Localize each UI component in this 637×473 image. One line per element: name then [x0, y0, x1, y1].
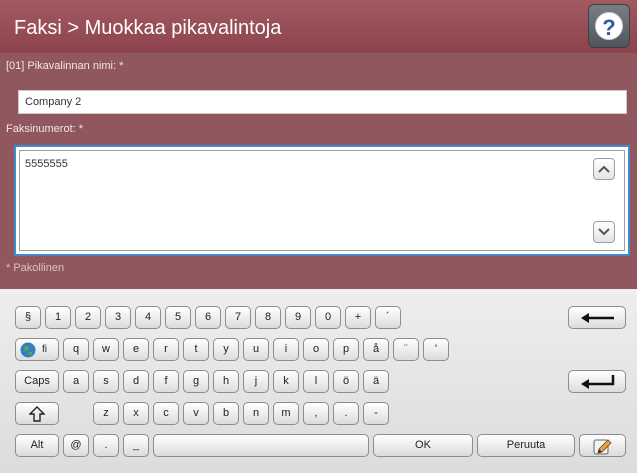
key-r[interactable]: r [153, 338, 179, 361]
key-underscore[interactable]: _ [123, 434, 149, 457]
key-i[interactable]: i [273, 338, 299, 361]
key-2[interactable]: 2 [75, 306, 101, 329]
key-4[interactable]: 4 [135, 306, 161, 329]
key-a-ring[interactable]: å [363, 338, 389, 361]
key-comma[interactable]: , [303, 402, 329, 425]
fax-number-value: 5555555 [25, 158, 68, 170]
key-k[interactable]: k [273, 370, 299, 393]
language-code: fi [42, 344, 47, 355]
cancel-button[interactable]: Peruuta [477, 434, 575, 457]
key-9[interactable]: 9 [285, 306, 311, 329]
language-key[interactable]: fi [15, 338, 59, 361]
key-hyphen[interactable]: - [363, 402, 389, 425]
key-6[interactable]: 6 [195, 306, 221, 329]
screen: Faksi > Muokkaa pikavalintoja ? [01] Pik… [0, 0, 637, 473]
fax-numbers-field[interactable]: 5555555 [19, 150, 625, 251]
key-b[interactable]: b [213, 402, 239, 425]
title-bar: Faksi > Muokkaa pikavalintoja ? [0, 0, 637, 53]
backspace-key[interactable] [568, 306, 626, 329]
key-diaeresis[interactable]: ¨ [393, 338, 419, 361]
required-note: * Pakollinen [6, 262, 65, 274]
key-c[interactable]: c [153, 402, 179, 425]
shift-key[interactable] [15, 402, 59, 425]
key-g[interactable]: g [183, 370, 209, 393]
key-acute[interactable]: ´ [375, 306, 401, 329]
space-key[interactable] [153, 434, 369, 457]
key-period[interactable]: . [333, 402, 359, 425]
key-o[interactable]: o [303, 338, 329, 361]
key-plus[interactable]: + [345, 306, 371, 329]
shift-arrow-icon [29, 406, 45, 422]
key-z[interactable]: z [93, 402, 119, 425]
key-a[interactable]: a [63, 370, 89, 393]
caps-key[interactable]: Caps [15, 370, 59, 393]
key-e[interactable]: e [123, 338, 149, 361]
key-7[interactable]: 7 [225, 306, 251, 329]
key-l[interactable]: l [303, 370, 329, 393]
question-mark-icon: ? [595, 12, 623, 40]
on-screen-keyboard: § 1 2 3 4 5 6 7 8 9 0 + ´ fi q w e r t y… [0, 289, 637, 473]
scroll-down-button[interactable] [593, 221, 615, 243]
globe-icon [20, 342, 36, 358]
key-h[interactable]: h [213, 370, 239, 393]
fax-numbers-label: Faksinumerot: * [6, 123, 84, 135]
key-y[interactable]: y [213, 338, 239, 361]
alt-key[interactable]: Alt [15, 434, 59, 457]
key-w[interactable]: w [93, 338, 119, 361]
form-area: [01] Pikavalinnan nimi: * Company 2 Faks… [0, 53, 637, 289]
key-t[interactable]: t [183, 338, 209, 361]
key-f[interactable]: f [153, 370, 179, 393]
key-n[interactable]: n [243, 402, 269, 425]
key-q[interactable]: q [63, 338, 89, 361]
backspace-arrow-icon [581, 313, 614, 323]
key-8[interactable]: 8 [255, 306, 281, 329]
key-m[interactable]: m [273, 402, 299, 425]
key-u[interactable]: u [243, 338, 269, 361]
chevron-up-icon [598, 165, 610, 173]
key-v[interactable]: v [183, 402, 209, 425]
key-j[interactable]: j [243, 370, 269, 393]
fax-numbers-focus-frame: 5555555 [14, 145, 630, 256]
key-s[interactable]: s [93, 370, 119, 393]
name-label: [01] Pikavalinnan nimi: * [6, 60, 124, 72]
key-dot[interactable]: . [93, 434, 119, 457]
key-apostrophe[interactable]: ' [423, 338, 449, 361]
enter-key[interactable] [568, 370, 626, 393]
key-0[interactable]: 0 [315, 306, 341, 329]
key-p[interactable]: p [333, 338, 359, 361]
name-field[interactable]: Company 2 [18, 90, 627, 114]
enter-return-icon [581, 375, 615, 389]
key-x[interactable]: x [123, 402, 149, 425]
ok-button[interactable]: OK [373, 434, 473, 457]
key-a-umlaut[interactable]: ä [363, 370, 389, 393]
key-5[interactable]: 5 [165, 306, 191, 329]
pencil-icon [593, 439, 612, 455]
key-1[interactable]: 1 [45, 306, 71, 329]
key-o-umlaut[interactable]: ö [333, 370, 359, 393]
scroll-up-button[interactable] [593, 158, 615, 180]
key-d[interactable]: d [123, 370, 149, 393]
help-button[interactable]: ? [588, 4, 630, 48]
key-3[interactable]: 3 [105, 306, 131, 329]
chevron-down-icon [598, 228, 610, 236]
key-at[interactable]: @ [63, 434, 89, 457]
key-section[interactable]: § [15, 306, 41, 329]
page-title: Faksi > Muokkaa pikavalintoja [14, 17, 282, 39]
edit-button[interactable] [579, 434, 626, 457]
